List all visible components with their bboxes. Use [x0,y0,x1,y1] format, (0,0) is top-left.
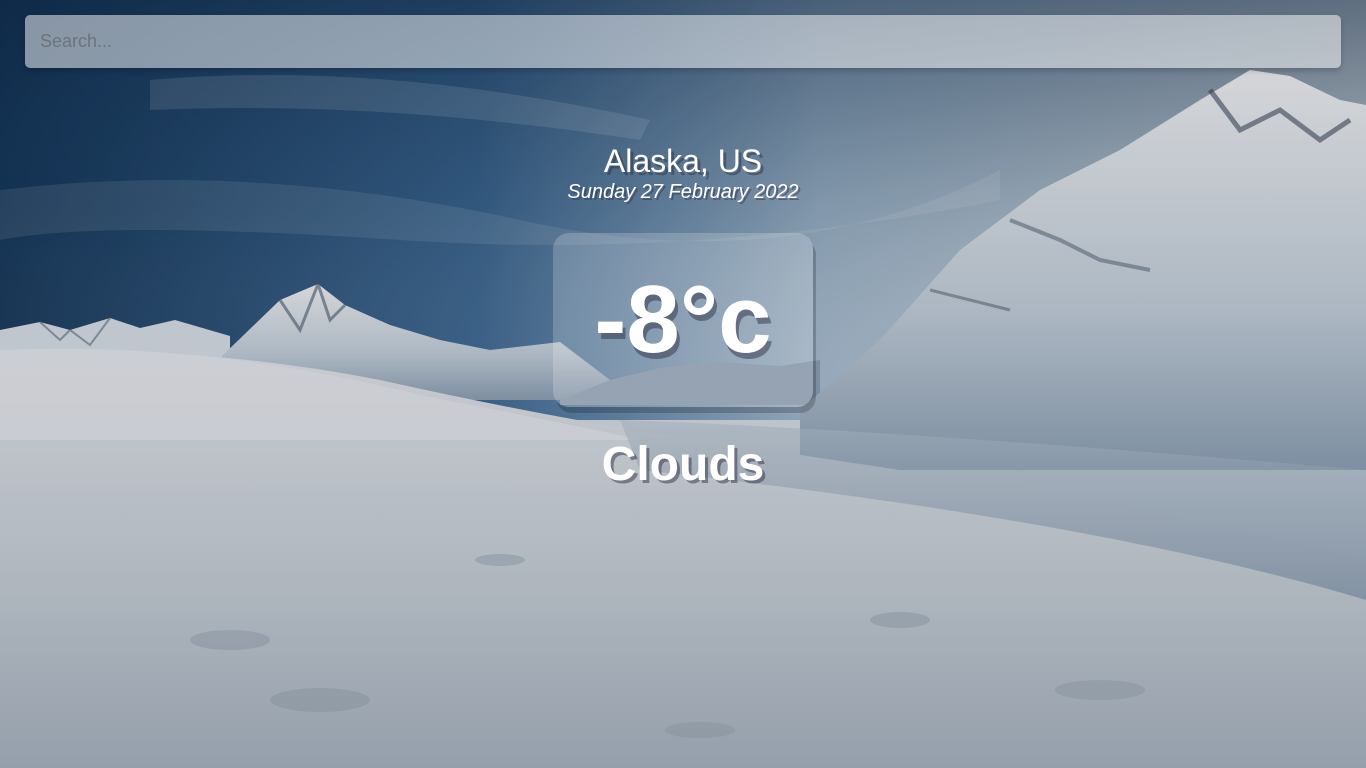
current-date: Sunday 27 February 2022 [567,181,799,203]
location-box: Alaska, US Sunday 27 February 2022 [0,143,1366,204]
search-box [25,15,1341,68]
location-name: Alaska, US [603,143,763,179]
temperature-value: -8°c [594,266,772,373]
temperature-box: -8°c [553,233,813,407]
weather-condition: Clouds [601,438,765,491]
weather-app: Alaska, US Sunday 27 February 2022 -8°c … [0,0,1366,768]
search-input[interactable] [25,15,1341,68]
